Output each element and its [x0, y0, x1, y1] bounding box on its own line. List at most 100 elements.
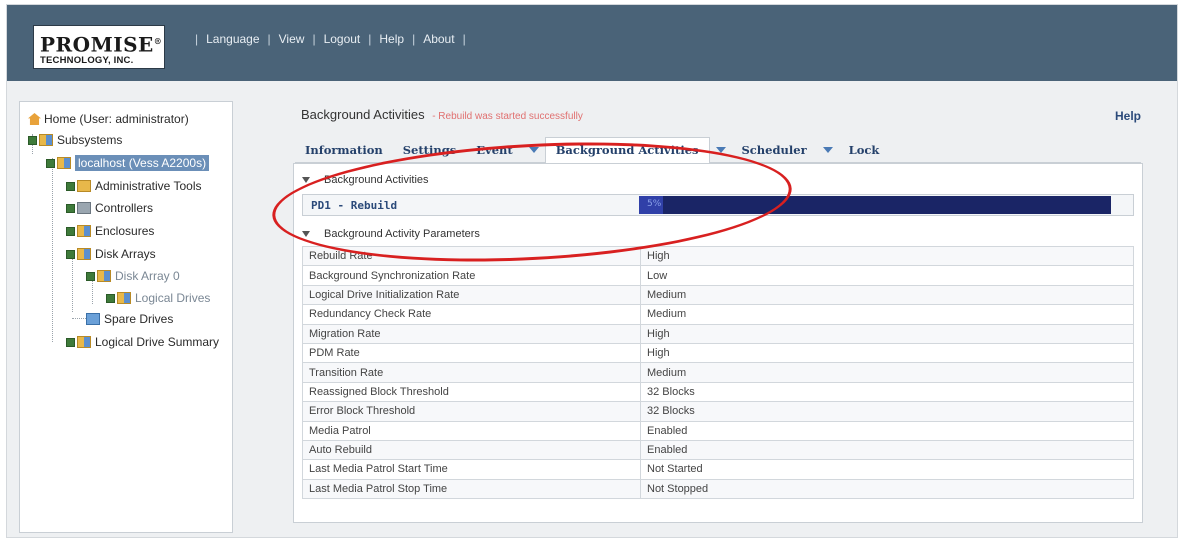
tab-bar: Information Settings Event Background Ac…: [295, 136, 1141, 163]
help-link[interactable]: Help: [1115, 109, 1141, 123]
tab-event[interactable]: Event: [466, 137, 522, 163]
tree-item-logical-drive-summary[interactable]: Logical Drive Summary: [66, 335, 219, 349]
nav-about[interactable]: About: [423, 32, 454, 46]
tree-item-logical-drives[interactable]: Logical Drives: [106, 291, 210, 305]
nav-logout[interactable]: Logout: [324, 32, 361, 46]
tree-item-localhost[interactable]: localhost (Vess A2200s): [46, 155, 210, 171]
nav-separator: |: [312, 32, 316, 46]
params-section-header[interactable]: Background Activity Parameters: [302, 228, 480, 240]
param-name: Background Synchronization Rate: [302, 265, 641, 286]
event-dropdown-icon[interactable]: [528, 146, 539, 153]
tree-item-label: Subsystems: [57, 133, 123, 147]
logical-drive-summary-icon: [77, 336, 91, 348]
nav-language[interactable]: Language: [206, 32, 259, 46]
tab-scheduler[interactable]: Scheduler: [732, 137, 817, 163]
tree-item-label: Disk Array 0: [115, 269, 180, 283]
param-name: Media Patrol: [302, 420, 641, 441]
table-row: Reassigned Block Threshold 32 Blocks: [302, 381, 1134, 403]
section-title: Background Activities: [324, 174, 429, 186]
status-message: - Rebuild was started successfully: [432, 111, 583, 122]
tree-item-home[interactable]: Home (User: administrator): [28, 112, 189, 126]
tab-background-activities[interactable]: Background Activities: [544, 136, 710, 163]
table-row: PDM Rate High: [302, 342, 1134, 364]
tree-item-label: Disk Arrays: [95, 247, 156, 261]
table-row: Migration Rate High: [302, 323, 1134, 344]
table-row: Last Media Patrol Start Time Not Started: [302, 459, 1134, 480]
page-frame: PROMISE® TECHNOLOGY, INC. | Language | V…: [6, 4, 1178, 538]
tree-item-subsystems[interactable]: Subsystems: [28, 133, 122, 147]
param-value: High: [640, 323, 1134, 344]
collapse-icon[interactable]: [86, 271, 95, 281]
disk-arrays-icon: [77, 248, 91, 260]
nav-help[interactable]: Help: [379, 32, 404, 46]
parameters-table: Rebuild Rate High Background Synchronizati…: [302, 245, 1134, 500]
nav-separator: |: [412, 32, 416, 46]
param-name: Redundancy Check Rate: [302, 304, 641, 325]
tab-lock[interactable]: Lock: [839, 137, 890, 163]
rebuild-progress-bar: 5%: [639, 196, 1111, 214]
app-header: PROMISE® TECHNOLOGY, INC. | Language | V…: [7, 5, 1177, 81]
tab-information[interactable]: Information: [295, 137, 393, 163]
logical-drives-icon: [117, 292, 131, 304]
table-row: Logical Drive Initialization Rate Medium: [302, 284, 1134, 306]
expand-icon[interactable]: [66, 337, 75, 347]
nav-view[interactable]: View: [279, 32, 305, 46]
background-activities-dropdown-icon[interactable]: [715, 146, 726, 153]
param-name: PDM Rate: [302, 342, 641, 364]
spare-drives-icon: [86, 313, 100, 325]
tree-item-label: Administrative Tools: [95, 179, 202, 193]
param-name: Migration Rate: [302, 323, 641, 344]
page-title-text: Background Activities: [301, 107, 425, 122]
tab-settings[interactable]: Settings: [393, 137, 467, 163]
table-row: Transition Rate Medium: [302, 362, 1134, 383]
page-title: Background Activities - Rebuild was star…: [301, 107, 583, 122]
nav-separator: |: [462, 32, 466, 46]
param-value: Medium: [640, 304, 1134, 325]
tools-icon: [77, 180, 91, 192]
tree-item-controllers[interactable]: Controllers: [66, 201, 153, 215]
subsystems-icon: [39, 134, 53, 146]
param-value: Enabled: [640, 420, 1134, 441]
param-value: Medium: [640, 362, 1134, 383]
expand-icon[interactable]: [66, 226, 75, 236]
table-row: Last Media Patrol Stop Time Not Stopped: [302, 478, 1134, 500]
scheduler-dropdown-icon[interactable]: [822, 146, 833, 153]
expand-icon[interactable]: [106, 293, 115, 303]
tree-item-administrative-tools[interactable]: Administrative Tools: [66, 179, 202, 193]
background-activities-panel: Background Activities PD1 - Rebuild 5% B…: [269, 130, 1143, 523]
promise-logo[interactable]: PROMISE® TECHNOLOGY, INC.: [33, 25, 165, 69]
table-row: Background Synchronization Rate Low: [302, 265, 1134, 286]
nav-separator: |: [195, 32, 199, 46]
tree-item-disk-arrays[interactable]: Disk Arrays: [66, 247, 156, 261]
tree-item-disk-array-0[interactable]: Disk Array 0: [86, 269, 180, 283]
activity-name[interactable]: PD1 - Rebuild: [311, 199, 397, 212]
activity-row: PD1 - Rebuild 5%: [302, 194, 1134, 216]
tree-item-label: Logical Drive Summary: [95, 335, 220, 349]
collapse-icon[interactable]: [66, 249, 75, 259]
param-name: Auto Rebuild: [302, 439, 641, 461]
param-name: Reassigned Block Threshold: [302, 381, 641, 403]
collapse-icon[interactable]: [28, 135, 37, 145]
tree-item-label: Spare Drives: [104, 312, 174, 326]
param-name: Error Block Threshold: [302, 401, 641, 422]
top-nav: | Language | View | Logout | Help | Abou…: [187, 32, 474, 46]
progress-text: 5%: [647, 199, 662, 209]
param-value: High: [640, 245, 1134, 267]
disk-array-icon: [97, 270, 111, 282]
activities-section-header[interactable]: Background Activities: [302, 174, 429, 186]
param-name: Last Media Patrol Start Time: [302, 459, 641, 480]
home-icon: [28, 113, 41, 125]
param-value: Low: [640, 265, 1134, 286]
param-value: Medium: [640, 284, 1134, 306]
tree-item-enclosures[interactable]: Enclosures: [66, 224, 154, 238]
param-value: High: [640, 342, 1134, 364]
collapse-triangle-icon[interactable]: [302, 231, 310, 237]
expand-icon[interactable]: [66, 203, 75, 213]
collapse-triangle-icon[interactable]: [302, 177, 310, 183]
main-content: Background Activities - Rebuild was star…: [269, 101, 1163, 533]
expand-icon[interactable]: [66, 181, 75, 191]
table-row: Rebuild Rate High: [302, 245, 1134, 267]
collapse-icon[interactable]: [46, 158, 55, 168]
controller-icon: [77, 202, 91, 214]
tree-item-spare-drives[interactable]: Spare Drives: [86, 312, 173, 326]
